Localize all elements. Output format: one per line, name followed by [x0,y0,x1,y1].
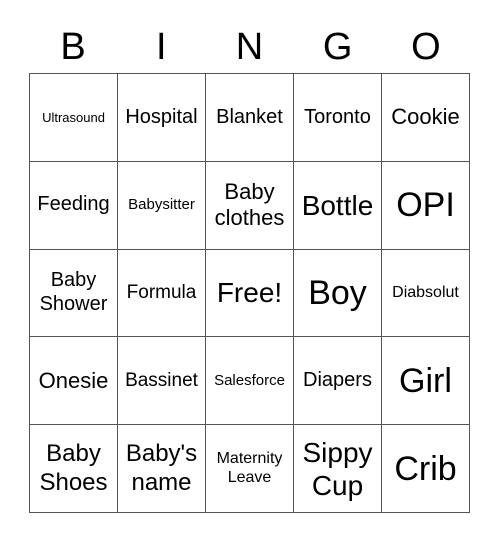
bingo-cell[interactable]: Feeding [30,161,118,250]
bingo-cell[interactable]: Boy [294,249,382,338]
bingo-cell[interactable]: Crib [382,425,470,513]
header-letter-o: O [411,26,441,68]
bingo-board: Ultrasound Hospital Blanket Toronto Cook… [29,73,470,513]
bingo-cell[interactable]: Baby Shoes [30,425,118,513]
header-letter-b: B [60,26,86,68]
bingo-cell[interactable]: Hospital [118,74,206,162]
bingo-cell[interactable]: Salesforce [206,337,294,426]
bingo-cell[interactable]: Girl [382,337,470,426]
bingo-cell[interactable]: Ultrasound [30,74,118,162]
bingo-cell[interactable]: Baby clothes [206,161,294,250]
bingo-cell[interactable]: Formula [118,249,206,338]
bingo-cell[interactable]: Blanket [206,74,294,162]
bingo-cell[interactable]: Maternity Leave [206,425,294,513]
bingo-cell[interactable]: Diapers [294,337,382,426]
free-space-cell[interactable]: Free! [206,249,294,338]
bingo-cell[interactable]: Diabsolut [382,249,470,338]
bingo-cell[interactable]: Baby Shower [30,249,118,338]
header-letter-g: G [322,26,353,68]
bingo-header: B I N G O [29,22,470,72]
bingo-cell[interactable]: OPI [382,161,470,250]
header-letter-n: N [235,26,264,68]
bingo-cell[interactable]: Onesie [30,337,118,426]
header-letter-i: I [156,26,167,68]
bingo-cell[interactable]: Bassinet [118,337,206,426]
bingo-cell[interactable]: Baby's name [118,425,206,513]
bingo-cell[interactable]: Bottle [294,161,382,250]
bingo-cell[interactable]: Sippy Cup [294,425,382,513]
bingo-cell[interactable]: Cookie [382,74,470,162]
bingo-cell[interactable]: Toronto [294,74,382,162]
bingo-cell[interactable]: Babysitter [118,161,206,250]
